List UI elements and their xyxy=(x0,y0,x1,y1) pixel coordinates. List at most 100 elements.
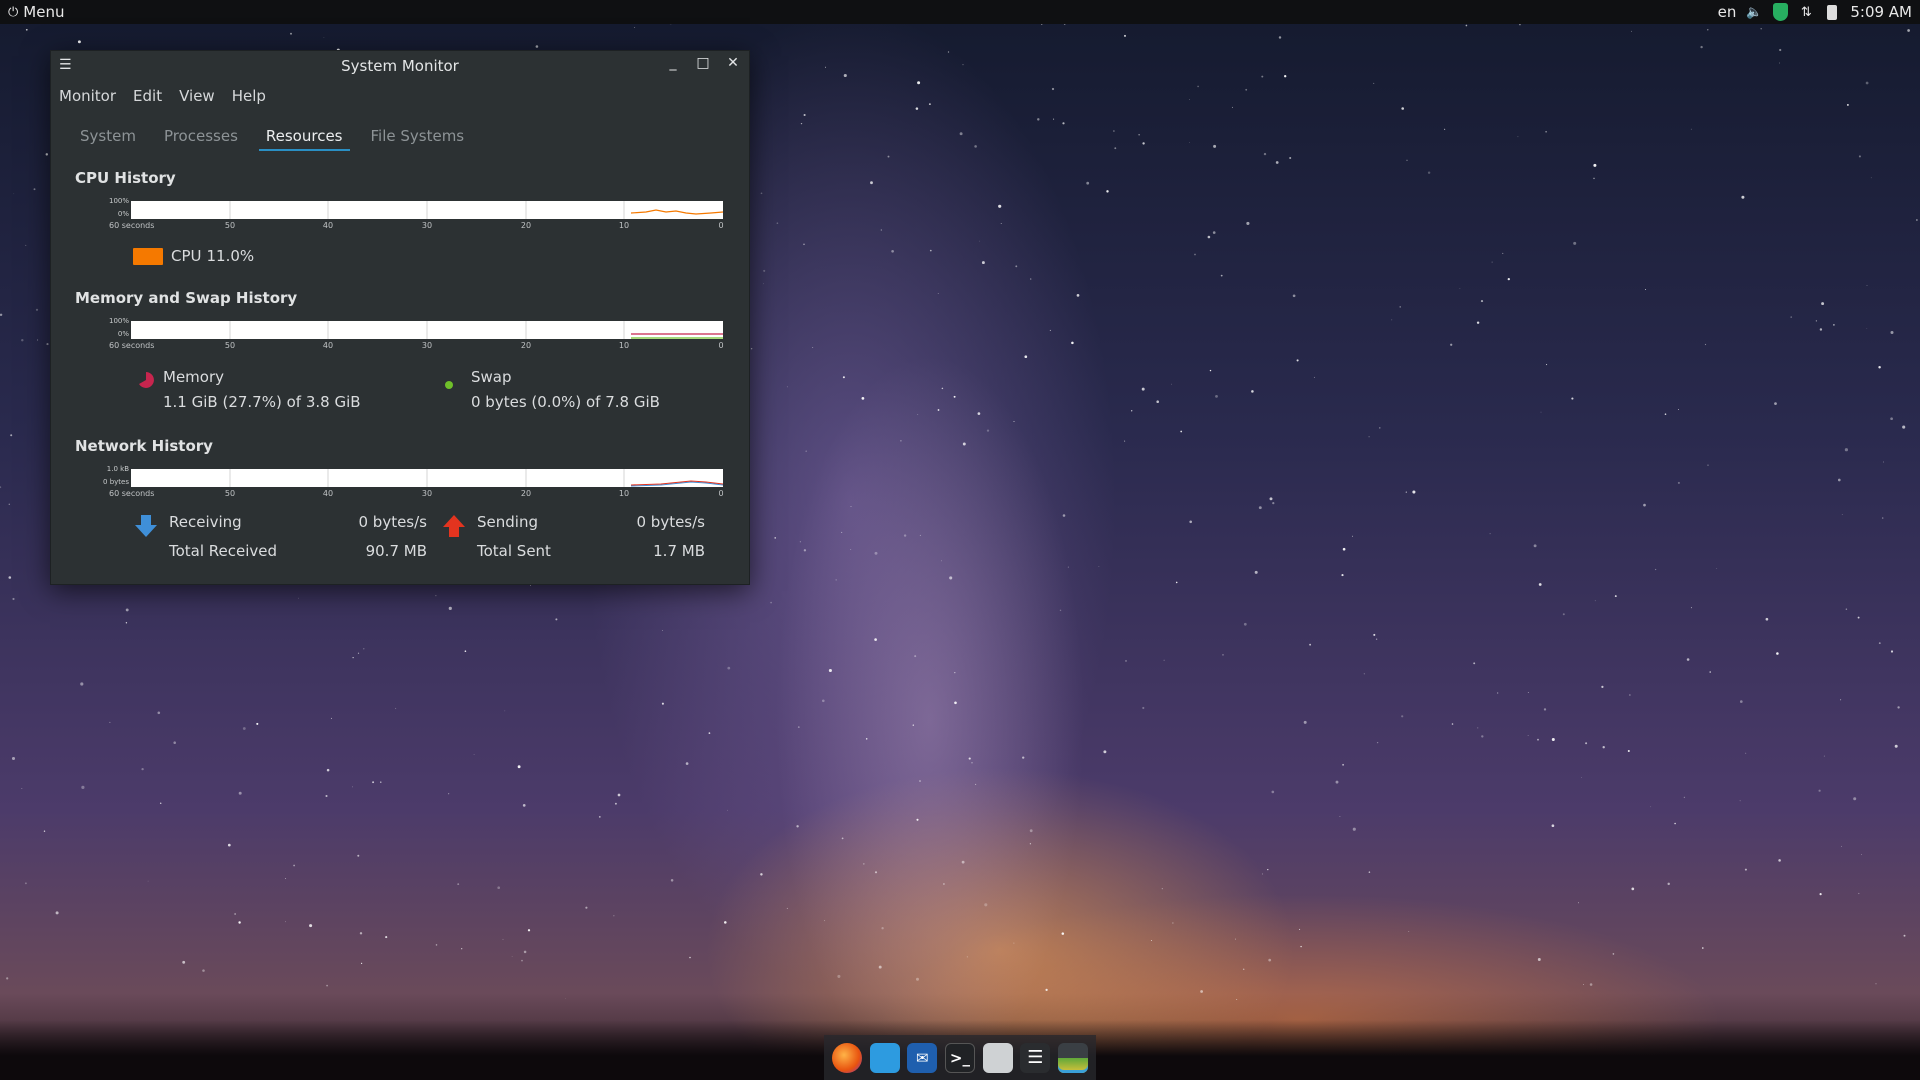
network-x-tick: 20 xyxy=(520,489,532,498)
window-menu-icon[interactable]: ☰ xyxy=(59,57,72,73)
memory-history-title: Memory and Swap History xyxy=(75,289,298,307)
close-button[interactable]: ✕ xyxy=(725,55,741,71)
network-x-tick: 40 xyxy=(322,489,334,498)
files-icon[interactable] xyxy=(869,1042,900,1073)
cpu-x-tick: 0 xyxy=(718,221,724,230)
cpu-color-swatch[interactable] xyxy=(133,247,163,265)
menubar: Monitor Edit View Help xyxy=(51,81,749,111)
network-legend: Receiving 0 bytes/s Total Received 90.7 … xyxy=(51,513,749,565)
memory-pie-icon[interactable] xyxy=(137,371,155,389)
cpu-y-top-label: 100% xyxy=(108,197,129,205)
total-sent-label: Total Sent xyxy=(477,541,551,560)
network-history-graph xyxy=(131,469,723,487)
menu-help[interactable]: Help xyxy=(232,87,266,105)
memory-x-tick: 30 xyxy=(421,341,433,350)
cpu-x-tick: 40 xyxy=(322,221,334,230)
cpu-usage-line xyxy=(630,209,723,215)
receiving-rate: 0 bytes/s xyxy=(358,513,427,531)
memory-grid xyxy=(229,321,625,339)
dock: ✉ >_ ☰ xyxy=(824,1035,1096,1080)
cpu-x-tick: 10 xyxy=(618,221,630,230)
system-monitor-window: ☰ System Monitor _ □ ✕ Monitor Edit View… xyxy=(50,50,750,585)
network-x-tick: 10 xyxy=(618,489,630,498)
cpu-graph-block: 100% 0% 60 seconds 50 40 30 20 10 0 xyxy=(51,195,749,241)
task-list-icon[interactable]: ☰ xyxy=(1020,1042,1051,1073)
cpu-x-tick: 20 xyxy=(520,221,532,230)
memory-history-graph xyxy=(131,321,723,339)
receiving-label: Receiving xyxy=(169,513,242,531)
receiving-arrow-icon[interactable] xyxy=(133,513,159,539)
maximize-button[interactable]: □ xyxy=(695,55,711,71)
thunderbird-icon[interactable]: ✉ xyxy=(907,1042,938,1073)
menu-label: Menu xyxy=(23,3,65,21)
memory-graph-block: 100% 0% 60 seconds 50 40 30 20 10 0 xyxy=(51,315,749,361)
network-x-tick: 30 xyxy=(421,489,433,498)
memory-x-tick: 20 xyxy=(520,341,532,350)
memory-y-top-label: 100% xyxy=(108,317,129,325)
network-grid xyxy=(229,469,625,487)
sending-rate: 0 bytes/s xyxy=(636,513,705,531)
memory-legend-label: Memory xyxy=(163,368,225,386)
system-monitor-icon[interactable] xyxy=(1058,1042,1089,1073)
cpu-x-tick: 30 xyxy=(421,221,433,230)
memory-y-bottom-label: 0% xyxy=(117,330,129,338)
cpu-legend-label: CPU xyxy=(171,247,202,265)
cpu-history-title: CPU History xyxy=(75,169,176,187)
security-shield-icon[interactable] xyxy=(1772,3,1788,21)
receiving-legend: Receiving 0 bytes/s Total Received 90.7 … xyxy=(133,513,441,565)
battery-icon[interactable] xyxy=(1824,4,1840,20)
memory-x-tick: 0 xyxy=(718,341,724,350)
clock[interactable]: 5:09 AM xyxy=(1850,3,1912,21)
memory-x-tick: 40 xyxy=(322,341,334,350)
network-graph-block: 1.0 kB 0 bytes 60 seconds 50 40 30 20 10… xyxy=(51,463,749,509)
swap-pie-icon[interactable] xyxy=(445,381,453,389)
network-x-axis: 60 seconds 50 40 30 20 10 0 xyxy=(109,489,724,501)
memory-x-first-label: 60 seconds xyxy=(109,341,155,350)
firefox-icon[interactable] xyxy=(831,1042,862,1073)
tab-resources[interactable]: Resources xyxy=(258,123,350,151)
tab-bar: System Processes Resources File Systems xyxy=(51,111,749,157)
cpu-x-tick: 50 xyxy=(224,221,236,230)
network-x-tick: 0 xyxy=(718,489,724,498)
menu-view[interactable]: View xyxy=(179,87,215,105)
cpu-x-first-label: 60 seconds xyxy=(109,221,155,230)
cpu-history-graph xyxy=(131,201,723,219)
network-x-tick: 50 xyxy=(224,489,236,498)
terminal-icon[interactable]: >_ xyxy=(944,1042,975,1073)
memory-x-axis: 60 seconds 50 40 30 20 10 0 xyxy=(109,341,724,353)
network-y-bottom-label: 0 bytes xyxy=(103,478,129,486)
cpu-y-bottom-label: 0% xyxy=(117,210,129,218)
network-y-top-label: 1.0 kB xyxy=(106,465,129,473)
network-x-first-label: 60 seconds xyxy=(109,489,155,498)
tab-processes[interactable]: Processes xyxy=(157,123,245,151)
top-panel: ⏻ Menu en 🔈 ⇅ 5:09 AM xyxy=(0,0,1920,24)
minimize-button[interactable]: _ xyxy=(665,55,681,71)
memory-x-tick: 50 xyxy=(224,341,236,350)
text-editor-icon[interactable] xyxy=(982,1042,1013,1073)
window-titlebar[interactable]: ☰ System Monitor _ □ ✕ xyxy=(51,51,749,81)
sending-label: Sending xyxy=(477,513,538,531)
menu-logo-icon: ⏻ xyxy=(8,4,19,20)
swap-legend: Swap 0 bytes (0.0%) of 7.8 GiB xyxy=(443,365,749,417)
sending-arrow-icon[interactable] xyxy=(441,513,467,539)
volume-icon[interactable]: 🔈 xyxy=(1746,4,1762,20)
cpu-grid xyxy=(229,201,625,219)
swap-legend-label: Swap xyxy=(471,368,512,386)
tab-file-systems[interactable]: File Systems xyxy=(364,123,472,151)
total-sent-value: 1.7 MB xyxy=(653,541,705,560)
network-transfer-icon[interactable]: ⇅ xyxy=(1798,4,1814,20)
memory-legend: Memory 1.1 GiB (27.7%) of 3.8 GiB xyxy=(137,365,443,417)
cpu-legend: CPU 11.0% xyxy=(51,247,749,265)
total-received-value: 90.7 MB xyxy=(365,541,427,560)
memory-swap-legend: Memory 1.1 GiB (27.7%) of 3.8 GiB Swap 0… xyxy=(51,365,749,417)
memory-x-tick: 10 xyxy=(618,341,630,350)
menu-edit[interactable]: Edit xyxy=(133,87,162,105)
window-title: System Monitor xyxy=(341,57,459,75)
app-menu-button[interactable]: ⏻ Menu xyxy=(8,3,64,21)
keyboard-layout-indicator[interactable]: en xyxy=(1718,3,1737,21)
memory-legend-value: 1.1 GiB (27.7%) of 3.8 GiB xyxy=(163,393,361,411)
total-received-label: Total Received xyxy=(169,541,278,560)
tab-system[interactable]: System xyxy=(73,123,143,151)
menu-monitor[interactable]: Monitor xyxy=(59,87,116,105)
sending-legend: Sending 0 bytes/s Total Sent 1.7 MB xyxy=(441,513,749,565)
